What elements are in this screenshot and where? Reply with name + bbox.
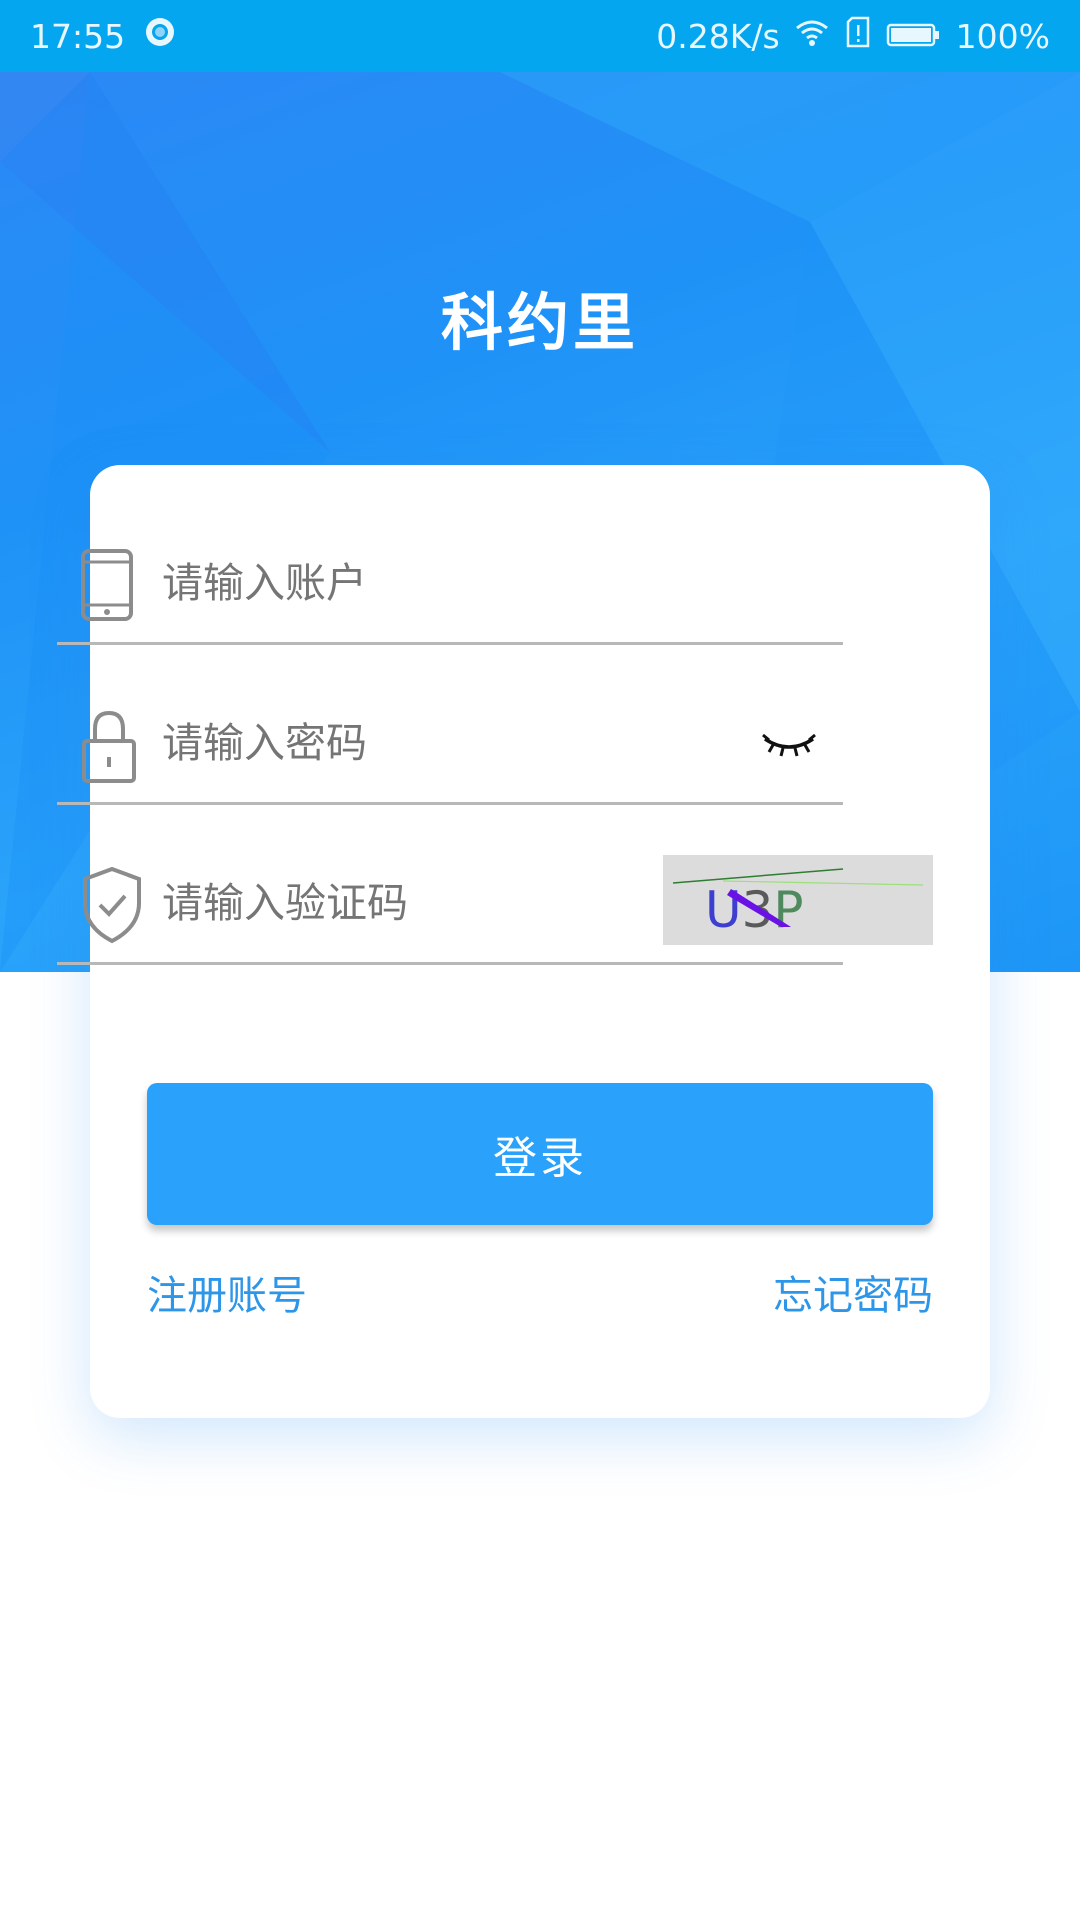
captcha-image[interactable]: U3P (663, 855, 933, 945)
app-title: 科约里 (440, 286, 639, 359)
login-button[interactable]: 登录 (147, 1083, 933, 1225)
battery-percent: 100% (955, 16, 1050, 56)
register-link[interactable]: 注册账号 (147, 1263, 307, 1321)
password-input[interactable] (162, 685, 582, 802)
captcha-glyph: P (773, 881, 803, 939)
status-bar: 17:55 0.28K/s 100% (0, 0, 1080, 72)
phone-icon (79, 545, 135, 625)
status-time: 17:55 (30, 16, 126, 56)
battery-icon (886, 17, 942, 56)
wifi-icon (794, 17, 830, 56)
forgot-password-link[interactable]: 忘记密码 (773, 1263, 933, 1321)
sync-icon (143, 15, 177, 57)
sim-alert-icon (844, 16, 872, 56)
eye-closed-icon[interactable] (759, 725, 819, 765)
account-field[interactable] (57, 525, 843, 645)
network-speed: 0.28K/s (656, 16, 780, 56)
shield-check-icon (79, 865, 141, 945)
password-field[interactable] (57, 685, 843, 805)
account-input[interactable] (162, 525, 582, 642)
captcha-glyph: U (705, 881, 742, 939)
lock-icon (79, 705, 136, 785)
captcha-input[interactable] (162, 845, 542, 962)
